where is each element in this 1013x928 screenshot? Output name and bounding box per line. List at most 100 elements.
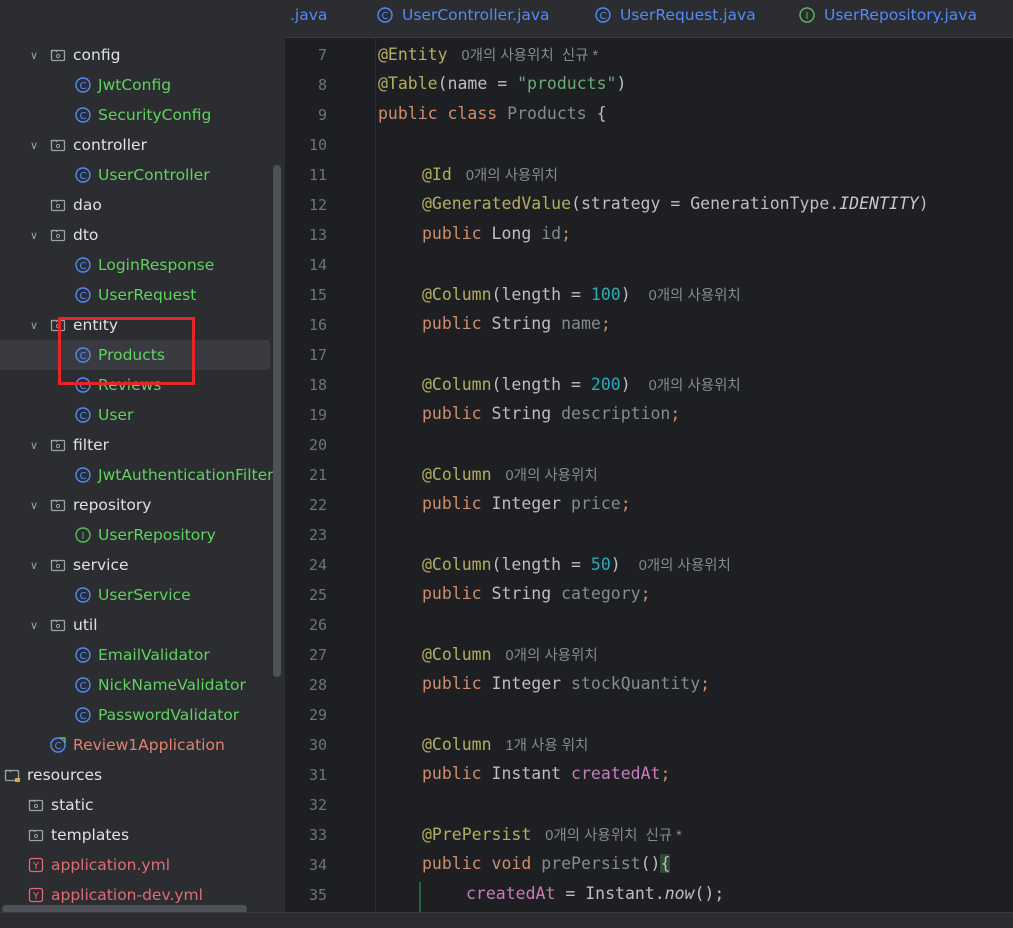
class-icon: C <box>75 257 91 273</box>
chevron-down-icon[interactable]: ∨ <box>28 139 40 152</box>
tree-item-label: UserRequest <box>98 286 197 304</box>
line-number: 26 <box>308 616 327 634</box>
line-number: 14 <box>308 256 327 274</box>
code-line: @Id 0개의 사용위치 <box>422 165 558 184</box>
class-icon: C <box>75 467 91 483</box>
tree-item[interactable]: ∨ repository <box>0 490 285 520</box>
chevron-down-icon[interactable]: ∨ <box>28 49 40 62</box>
line-number: 33 <box>308 826 327 844</box>
line-number: 32 <box>308 796 327 814</box>
svg-text:C: C <box>600 11 607 22</box>
tab-user-request[interactable]: C UserRequest.java <box>595 0 756 30</box>
tree-item[interactable]: ∨ util <box>0 610 285 640</box>
line-number: 31 <box>308 766 327 784</box>
tree-item[interactable]: static <box>0 790 285 820</box>
tree-item[interactable]: C EmailValidator <box>0 640 285 670</box>
folder-icon <box>50 437 66 453</box>
code-line: @Column(length = 50) 0개의 사용위치 <box>422 555 731 574</box>
folder-icon <box>28 827 44 843</box>
line-number: 22 <box>308 496 327 514</box>
chevron-down-icon[interactable]: ∨ <box>28 439 40 452</box>
tree-item[interactable]: C UserService <box>0 580 285 610</box>
code-line: public void prePersist(){ <box>422 854 671 873</box>
code-line: @Column 0개의 사용위치 <box>422 645 598 664</box>
code-line: @PrePersist 0개의 사용위치 신규 * <box>422 825 682 844</box>
tab-user-controller[interactable]: C UserController.java <box>377 0 550 30</box>
class-icon: C <box>75 647 91 663</box>
tree-item-label: static <box>51 796 94 814</box>
code-line: public String description; <box>422 404 681 423</box>
svg-text:C: C <box>80 591 87 602</box>
tree-item-label: EmailValidator <box>98 646 210 664</box>
tree-item[interactable]: ∨ service <box>0 550 285 580</box>
tree-item[interactable]: dao <box>0 190 285 220</box>
line-number: 30 <box>308 736 327 754</box>
tree-item[interactable]: templates <box>0 820 285 850</box>
line-number: 27 <box>308 646 327 664</box>
tree-item[interactable]: C UserController <box>0 160 285 190</box>
folder-icon <box>50 47 66 63</box>
chevron-down-icon[interactable]: ∨ <box>28 319 40 332</box>
tree-item-label: SecurityConfig <box>98 106 212 124</box>
code-line: public Integer price; <box>422 494 631 513</box>
tree-vertical-scrollbar[interactable] <box>273 165 281 677</box>
tree-item[interactable]: C Review1Application <box>0 730 285 760</box>
chevron-down-icon[interactable]: ∨ <box>28 559 40 572</box>
tree-item-label: config <box>73 46 121 64</box>
class-icon: C <box>75 167 91 183</box>
svg-text:Y: Y <box>32 891 40 902</box>
code-line: public Integer stockQuantity; <box>422 674 711 693</box>
chevron-down-icon[interactable]: ∨ <box>28 499 40 512</box>
svg-text:C: C <box>80 711 87 722</box>
code-line: @Entity 0개의 사용위치 신규 * <box>378 45 599 64</box>
line-number: 9 <box>317 106 327 124</box>
tree-item[interactable]: ∨ filter <box>0 430 285 460</box>
chevron-down-icon[interactable]: ∨ <box>28 619 40 632</box>
folder-icon <box>50 497 66 513</box>
tree-item-label: User <box>98 406 134 424</box>
line-number: 35 <box>308 886 327 904</box>
project-tree[interactable]: ∨ config C JwtConfig C SecurityConfig ∨ control… <box>0 0 285 927</box>
folder-icon <box>50 137 66 153</box>
tree-item-label: UserRepository <box>98 526 216 544</box>
tree-item[interactable]: C PasswordValidator <box>0 700 285 730</box>
tree-item-label: JwtConfig <box>98 76 172 94</box>
tab-file[interactable]: .java <box>290 0 327 30</box>
svg-text:C: C <box>80 681 87 692</box>
code-line: @Column 1개 사용 위치 <box>422 735 589 754</box>
tree-item[interactable]: C UserRequest <box>0 280 285 310</box>
tree-item[interactable]: C User <box>0 400 285 430</box>
tree-item[interactable]: C JwtConfig <box>0 70 285 100</box>
code-line: public String name; <box>422 314 611 333</box>
tree-item[interactable]: ∨ controller <box>0 130 285 160</box>
tree-item[interactable]: C SecurityConfig <box>0 100 285 130</box>
tree-item[interactable]: Yapplication.yml <box>0 850 285 880</box>
line-number: 25 <box>308 586 327 604</box>
svg-text:C: C <box>382 11 389 22</box>
line-number: 8 <box>317 76 327 94</box>
tree-item[interactable]: I UserRepository <box>0 520 285 550</box>
tree-item-label: dto <box>73 226 99 244</box>
tab-user-repository[interactable]: I UserRepository.java <box>799 0 977 30</box>
tree-item[interactable]: C LoginResponse <box>0 250 285 280</box>
class-icon: C <box>75 407 91 423</box>
svg-text:C: C <box>55 741 62 752</box>
tree-item[interactable]: resources <box>0 760 285 790</box>
tree-item-label: service <box>73 556 129 574</box>
scope-indicator <box>419 882 421 912</box>
editor-tab-bar: .java C UserController.java C UserReques… <box>285 0 1013 38</box>
folder-icon <box>50 227 66 243</box>
tab-label: .java <box>290 6 328 24</box>
tab-label: UserRequest.java <box>620 6 756 24</box>
tree-item[interactable]: C JwtAuthenticationFilter <box>0 460 285 490</box>
class-icon: C <box>75 587 91 603</box>
svg-text:C: C <box>80 81 87 92</box>
tab-label: UserController.java <box>402 6 550 24</box>
tree-item[interactable]: ∨ dto <box>0 220 285 250</box>
code-line: @Table(name = "products") <box>378 74 627 93</box>
tree-item[interactable]: ∨ config <box>0 40 285 70</box>
tree-item-label: UserService <box>98 586 191 604</box>
tree-item[interactable]: C NickNameValidator <box>0 670 285 700</box>
chevron-down-icon[interactable]: ∨ <box>28 229 40 242</box>
class-icon: C <box>75 287 91 303</box>
